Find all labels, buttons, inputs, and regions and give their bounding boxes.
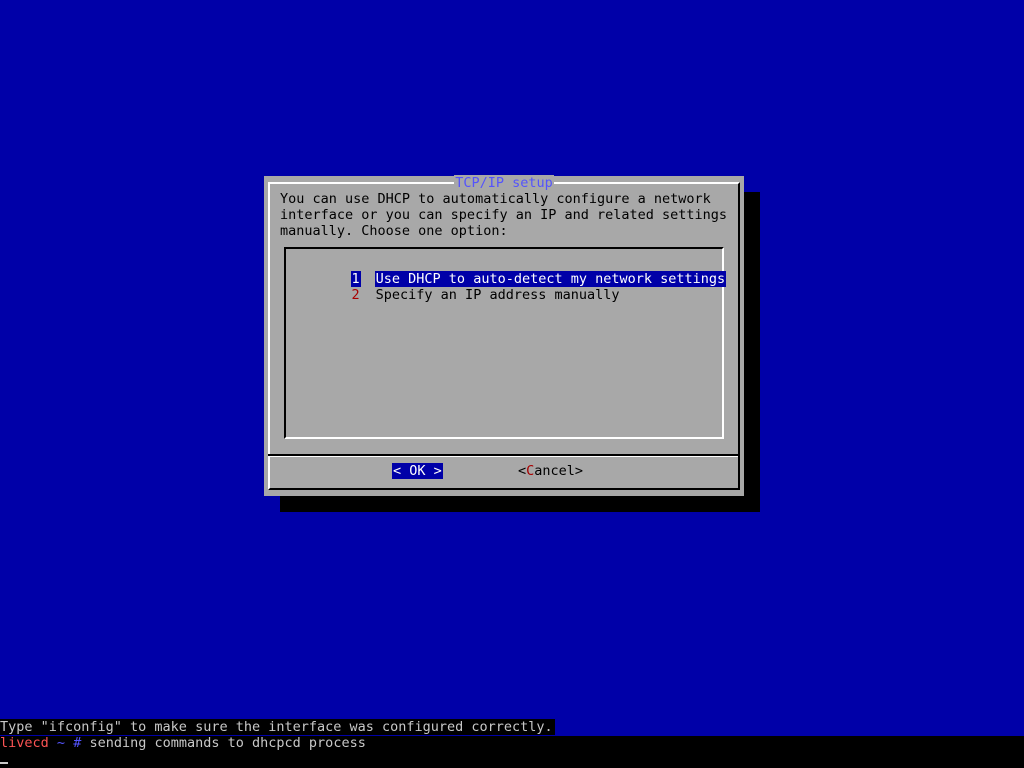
- option-use-dhcp[interactable]: 1 Use DHCP to auto-detect my network sett…: [318, 255, 727, 287]
- option-tag: 2: [351, 287, 360, 303]
- ok-button[interactable]: < OK >: [392, 463, 443, 479]
- dialog-title-text: TCP/IP setup: [454, 175, 554, 191]
- cancel-bracket-close: >: [574, 463, 584, 479]
- terminal-message: Type "ifconfig" to make sure the interfa…: [0, 719, 555, 735]
- option-manual-ip[interactable]: 2 Specify an IP address manually: [318, 271, 621, 303]
- terminal-cursor: [0, 762, 8, 764]
- terminal-prompt-line[interactable]: livecd ~ # sending commands to dhcpcd pr…: [0, 735, 366, 751]
- prompt-host: livecd: [0, 735, 49, 751]
- button-separator: [268, 454, 738, 456]
- cancel-button[interactable]: <Cancel>: [518, 463, 583, 479]
- dialog-description: You can use DHCP to automatically config…: [280, 191, 728, 239]
- screen: TCP/IP setup You can use DHCP to automat…: [0, 0, 1024, 768]
- prompt-hash: #: [73, 735, 82, 751]
- option-label: Specify an IP address manually: [375, 287, 620, 303]
- dialog-title: TCP/IP setup: [264, 175, 744, 191]
- cancel-label: ancel: [534, 463, 575, 479]
- prompt-path: ~: [56, 735, 66, 751]
- cancel-bracket-open: <: [518, 463, 527, 479]
- terminal-command: sending commands to dhcpcd process: [89, 735, 366, 751]
